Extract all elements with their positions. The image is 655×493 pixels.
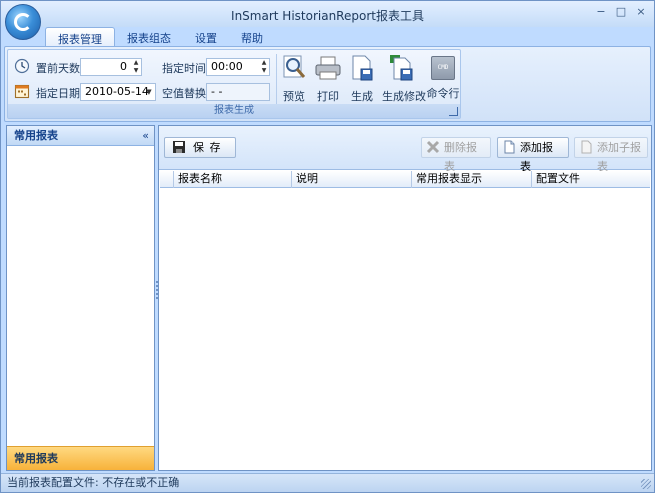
column-header-report-name[interactable]: 报表名称	[174, 171, 292, 188]
clock-icon	[14, 58, 30, 74]
preview-button[interactable]: 预览	[280, 52, 308, 104]
report-list-panel: 保 存 删除报表 添加报表 添加子报表 报表名称 说明 常用报表显示 配置文件	[158, 125, 652, 471]
add-sub-report-button[interactable]: 添加子报表	[574, 137, 648, 173]
collapse-icon[interactable]: «	[142, 126, 149, 146]
null-replace-value: - -	[211, 85, 223, 98]
pane-header: 常用报表 «	[7, 126, 154, 146]
app-logo-icon	[14, 13, 32, 31]
time-stepper[interactable]: 00:00 ▲ ▼	[206, 58, 270, 76]
generate-button[interactable]: 生成	[348, 52, 376, 104]
print-button[interactable]: 打印	[314, 52, 342, 104]
document-save-icon	[352, 55, 373, 81]
pane-nav-button-favorites[interactable]: 常用报表	[7, 446, 154, 470]
title-bar: InSmart HistorianReport报表工具 − □ ×	[1, 1, 654, 27]
magnifier-icon	[283, 55, 306, 78]
printer-icon	[315, 56, 341, 80]
spreadsheet-save-icon	[390, 55, 413, 81]
status-text: 当前报表配置文件: 不存在或不正确	[7, 476, 180, 489]
delete-icon	[426, 140, 440, 154]
group-caption: 报表生成	[8, 104, 460, 118]
column-header-config-file[interactable]: 配置文件	[532, 171, 650, 188]
delete-report-button[interactable]: 删除报表	[421, 137, 491, 173]
save-button[interactable]: 保 存	[164, 137, 236, 158]
delete-report-label: 删除报表	[444, 141, 477, 173]
save-label: 保 存	[193, 141, 222, 154]
column-header-description[interactable]: 说明	[292, 171, 412, 188]
time-label: 指定时间	[162, 62, 206, 75]
application-menu-button[interactable]	[5, 4, 41, 40]
tab-settings[interactable]: 设置	[183, 27, 229, 47]
time-value: 00:00	[211, 60, 243, 73]
print-label: 打印	[317, 90, 339, 103]
close-button[interactable]: ×	[632, 4, 650, 20]
tab-help[interactable]: 帮助	[229, 27, 275, 47]
window-controls: − □ ×	[592, 4, 650, 20]
stepper-arrows-icon[interactable]: ▲ ▼	[259, 59, 269, 75]
add-sub-report-label: 添加子报表	[597, 141, 641, 173]
ribbon-tabs: 报表管理 报表组态 设置 帮助	[45, 27, 275, 47]
favorite-reports-pane: 常用报表 « 常用报表	[6, 125, 155, 471]
generate-modify-label: 生成修改	[382, 90, 426, 103]
new-document-icon	[504, 140, 515, 154]
generate-modify-button[interactable]: 生成修改	[382, 52, 426, 104]
cmd-icon: CMD	[431, 56, 455, 80]
date-value: 2010-05-14	[85, 85, 149, 98]
dialog-launcher-icon[interactable]	[449, 107, 458, 116]
command-line-button[interactable]: CMD 命令行	[426, 52, 460, 104]
calendar-icon	[14, 84, 30, 99]
chevron-down-icon[interactable]: ▼	[144, 84, 154, 100]
null-replace-label: 空值替换	[162, 87, 206, 100]
tab-report-management[interactable]: 报表管理	[45, 27, 115, 47]
tab-report-configuration[interactable]: 报表组态	[115, 27, 183, 47]
column-header-favorite-display[interactable]: 常用报表显示	[412, 171, 532, 188]
group-separator	[276, 54, 277, 104]
command-line-label: 命令行	[426, 87, 460, 100]
add-report-label: 添加报表	[520, 141, 553, 173]
days-before-label: 置前天数	[36, 62, 80, 75]
resize-grip-icon[interactable]	[641, 479, 651, 489]
restore-button[interactable]: □	[612, 4, 630, 20]
minimize-button[interactable]: −	[592, 4, 610, 20]
window-title: InSmart HistorianReport报表工具	[231, 9, 424, 23]
date-picker[interactable]: 2010-05-14 ▼	[80, 83, 156, 101]
stepper-arrows-icon[interactable]: ▲ ▼	[131, 59, 141, 75]
report-generation-group: 置前天数 0 ▲▼ 指定日期 2010-05-14 ▼ 指定时间 00:00	[7, 49, 461, 119]
grid-row-header-corner	[160, 171, 174, 188]
status-bar: 当前报表配置文件: 不存在或不正确	[1, 473, 654, 492]
pane-title: 常用报表	[14, 129, 58, 142]
ribbon-panel: 置前天数 0 ▲▼ 指定日期 2010-05-14 ▼ 指定时间 00:00	[4, 46, 651, 122]
report-toolbar: 保 存 删除报表 添加报表 添加子报表	[159, 126, 651, 173]
generate-label: 生成	[351, 90, 373, 103]
date-label: 指定日期	[36, 87, 80, 100]
app-window: InSmart HistorianReport报表工具 − □ × 报表管理 报…	[0, 0, 655, 493]
new-sub-document-icon	[581, 140, 592, 154]
add-report-button[interactable]: 添加报表	[497, 137, 569, 173]
days-before-value: 0	[120, 60, 127, 73]
floppy-disk-icon	[173, 141, 185, 153]
days-before-stepper[interactable]: 0 ▲ ▼	[80, 58, 142, 76]
report-grid-header: 报表名称 说明 常用报表显示 配置文件	[160, 171, 650, 188]
preview-label: 预览	[283, 90, 305, 103]
null-replace-field[interactable]: - -	[206, 83, 270, 101]
